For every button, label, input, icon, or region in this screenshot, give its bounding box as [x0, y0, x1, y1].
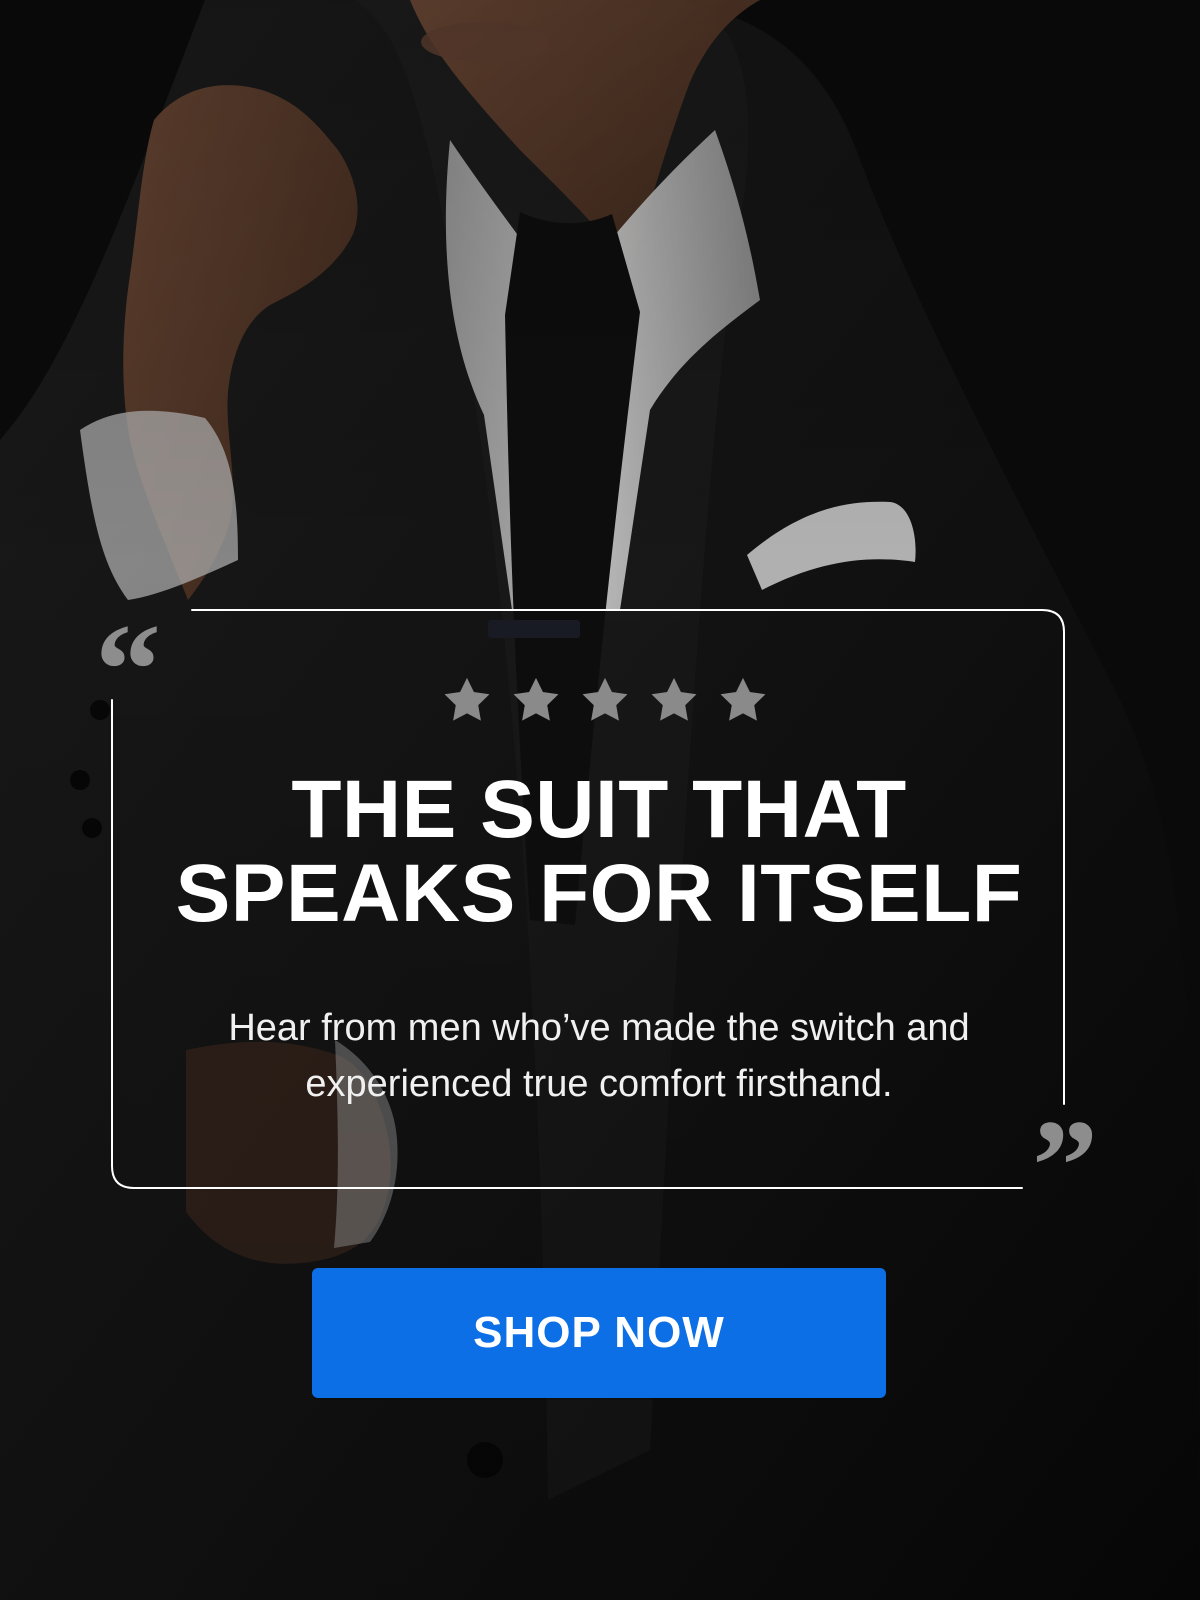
star-icon — [720, 677, 766, 721]
shop-now-button[interactable]: SHOP NOW — [312, 1268, 886, 1398]
star-rating — [440, 670, 770, 732]
subtext-line-1: Hear from men who’ve made the switch and — [228, 1007, 970, 1049]
star-icon — [651, 677, 697, 721]
open-quote-icon: “ — [95, 596, 161, 743]
star-icon — [444, 677, 490, 721]
review-subtext: Hear from men who’ve made the switch and… — [212, 1000, 986, 1112]
star-icon — [513, 677, 559, 721]
headline-line-1: THE SUIT THAT — [291, 764, 907, 855]
review-headline: THE SUIT THAT SPEAKS FOR ITSELF — [112, 764, 1086, 940]
testimonial-hero: “ ” THE SUIT THAT SPEAKS FOR ITSELF Hear… — [0, 0, 1200, 1600]
headline-line-2: SPEAKS FOR ITSELF — [175, 848, 1023, 940]
testimonial-card: “ ” THE SUIT THAT SPEAKS FOR ITSELF Hear… — [95, 604, 1098, 1232]
close-quote-icon: ” — [1032, 1092, 1098, 1239]
subtext-line-2: experienced true comfort firsthand. — [305, 1063, 893, 1106]
star-icon — [582, 677, 628, 721]
